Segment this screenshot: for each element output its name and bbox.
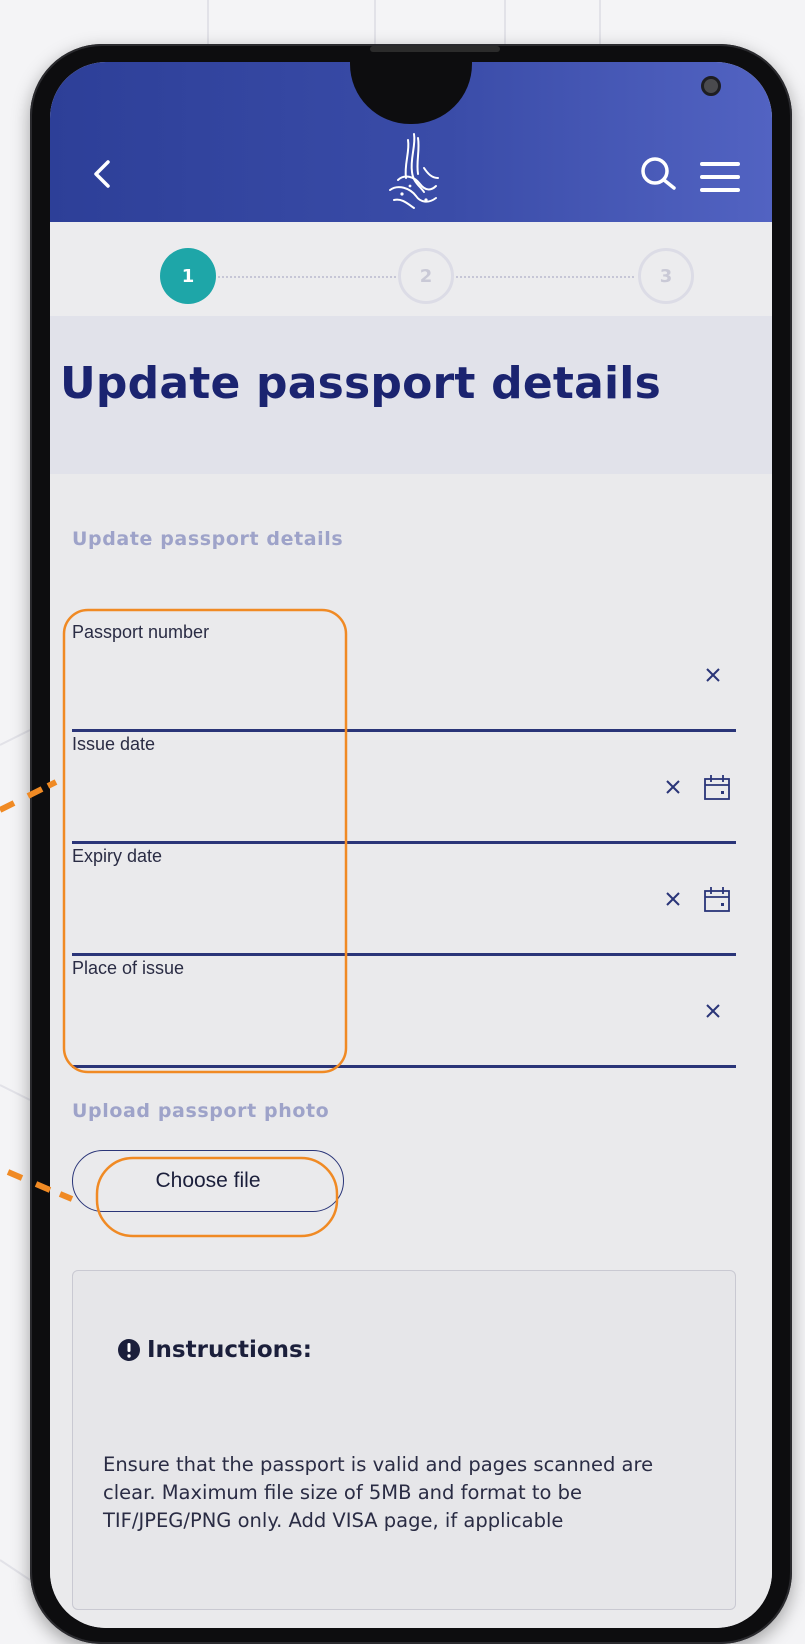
issue-date-field: Issue date <box>72 734 736 844</box>
calendar-icon[interactable] <box>702 772 732 802</box>
step-3: 3 <box>638 248 694 304</box>
chevron-left-icon[interactable] <box>88 156 116 192</box>
step-connector <box>456 276 634 278</box>
expiry-date-field: Expiry date <box>72 846 736 956</box>
instructions-text: Ensure that the passport is valid and pa… <box>103 1453 654 1532</box>
field-underline <box>72 1065 736 1068</box>
passport-number-field: Passport number <box>72 622 736 732</box>
clear-icon[interactable] <box>664 778 682 796</box>
search-icon[interactable] <box>638 154 680 196</box>
instructions-header: Instructions: <box>117 1337 312 1363</box>
page-title-band: Update passport details <box>50 316 772 474</box>
hamburger-menu-icon[interactable] <box>698 160 742 194</box>
passport-number-input[interactable] <box>72 650 636 712</box>
upload-section-title: Upload passport photo <box>72 1100 330 1122</box>
issue-date-input[interactable] <box>72 762 636 824</box>
field-underline <box>72 953 736 956</box>
exclamation-circle-icon <box>118 1339 140 1361</box>
field-underline <box>72 841 736 844</box>
camera-notch <box>350 62 721 124</box>
form-content: Update passport details Passport number … <box>50 474 772 1628</box>
clear-icon[interactable] <box>704 666 722 684</box>
field-label: Place of issue <box>72 958 185 978</box>
section-title: Update passport details <box>72 528 344 550</box>
calligraphy-logo-icon <box>389 133 439 209</box>
expiry-date-input[interactable] <box>72 874 636 936</box>
clear-icon[interactable] <box>664 890 682 908</box>
clear-icon[interactable] <box>704 1002 722 1020</box>
instructions-panel: Instructions: Ensure that the passport i… <box>72 1270 736 1610</box>
instructions-title: Instructions: <box>147 1337 312 1363</box>
field-label: Issue date <box>72 734 156 754</box>
field-label: Passport number <box>72 622 210 642</box>
page-title: Update passport details <box>60 358 661 409</box>
front-camera <box>701 76 721 96</box>
step-connector <box>218 276 396 278</box>
field-underline <box>72 729 736 732</box>
step-1: 1 <box>160 248 216 304</box>
phone-speaker-bar <box>370 46 500 52</box>
choose-file-button[interactable]: Choose file <box>72 1150 344 1212</box>
field-label: Expiry date <box>72 846 163 866</box>
place-of-issue-input[interactable] <box>72 986 636 1048</box>
calendar-icon[interactable] <box>702 884 732 914</box>
progress-stepper: 1 2 3 <box>50 222 772 316</box>
phone-screen: 1 2 3 Update passport details Update pas… <box>50 62 772 1628</box>
app-header <box>50 62 772 222</box>
place-of-issue-field: Place of issue <box>72 958 736 1068</box>
phone-frame: 1 2 3 Update passport details Update pas… <box>30 44 792 1644</box>
step-2: 2 <box>398 248 454 304</box>
